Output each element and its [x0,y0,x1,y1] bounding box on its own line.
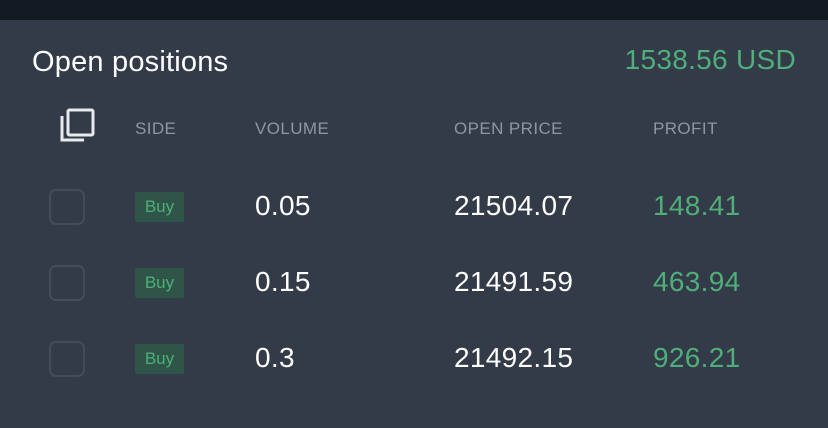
profit-value: 926.21 [653,342,741,373]
profit-value: 148.41 [653,190,741,221]
profit-value: 463.94 [653,266,741,297]
volume-value: 0.3 [255,342,295,373]
open-price-value: 21492.15 [454,342,574,373]
row-checkbox[interactable] [49,341,85,377]
table-row[interactable]: Buy 0.05 21504.07 148.41 [0,184,828,234]
open-positions-panel: Open positions 1538.56 USD SIDE VOLUME O… [0,20,828,428]
open-price-value: 21491.59 [454,266,574,297]
row-checkbox[interactable] [49,265,85,301]
copy-icon[interactable] [54,106,98,150]
side-badge: Buy [135,344,184,374]
volume-value: 0.15 [255,266,311,297]
top-bar [0,0,828,20]
side-badge: Buy [135,268,184,298]
column-header-side: SIDE [135,119,177,138]
panel-title: Open positions [32,46,229,78]
column-header-open-price: OPEN PRICE [454,119,563,138]
table-row[interactable]: Buy 0.3 21492.15 926.21 [0,336,828,386]
side-badge: Buy [135,192,184,222]
open-price-value: 21504.07 [454,190,574,221]
column-header-profit: PROFIT [653,119,718,138]
table-row[interactable]: Buy 0.15 21491.59 463.94 [0,260,828,310]
column-header-volume: VOLUME [255,119,330,138]
volume-value: 0.05 [255,190,311,221]
table-header: SIDE VOLUME OPEN PRICE PROFIT [0,106,828,150]
total-profit: 1538.56 USD [624,44,796,75]
row-checkbox[interactable] [49,189,85,225]
